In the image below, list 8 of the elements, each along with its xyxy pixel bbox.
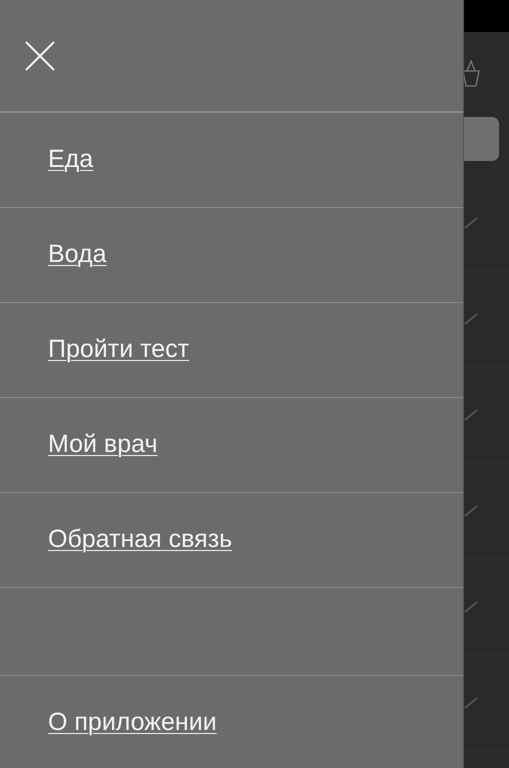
basket-icon[interactable]	[461, 58, 481, 88]
menu-link[interactable]: Пройти тест	[48, 331, 190, 369]
menu-link[interactable]: Вода	[48, 236, 107, 274]
menu-link[interactable]: О приложении	[48, 704, 217, 742]
menu-link[interactable]: Еда	[48, 141, 94, 179]
close-icon[interactable]	[25, 40, 55, 70]
menu-link[interactable]: Мой врач	[48, 426, 158, 464]
menu-link[interactable]: Обратная связь	[48, 521, 232, 559]
